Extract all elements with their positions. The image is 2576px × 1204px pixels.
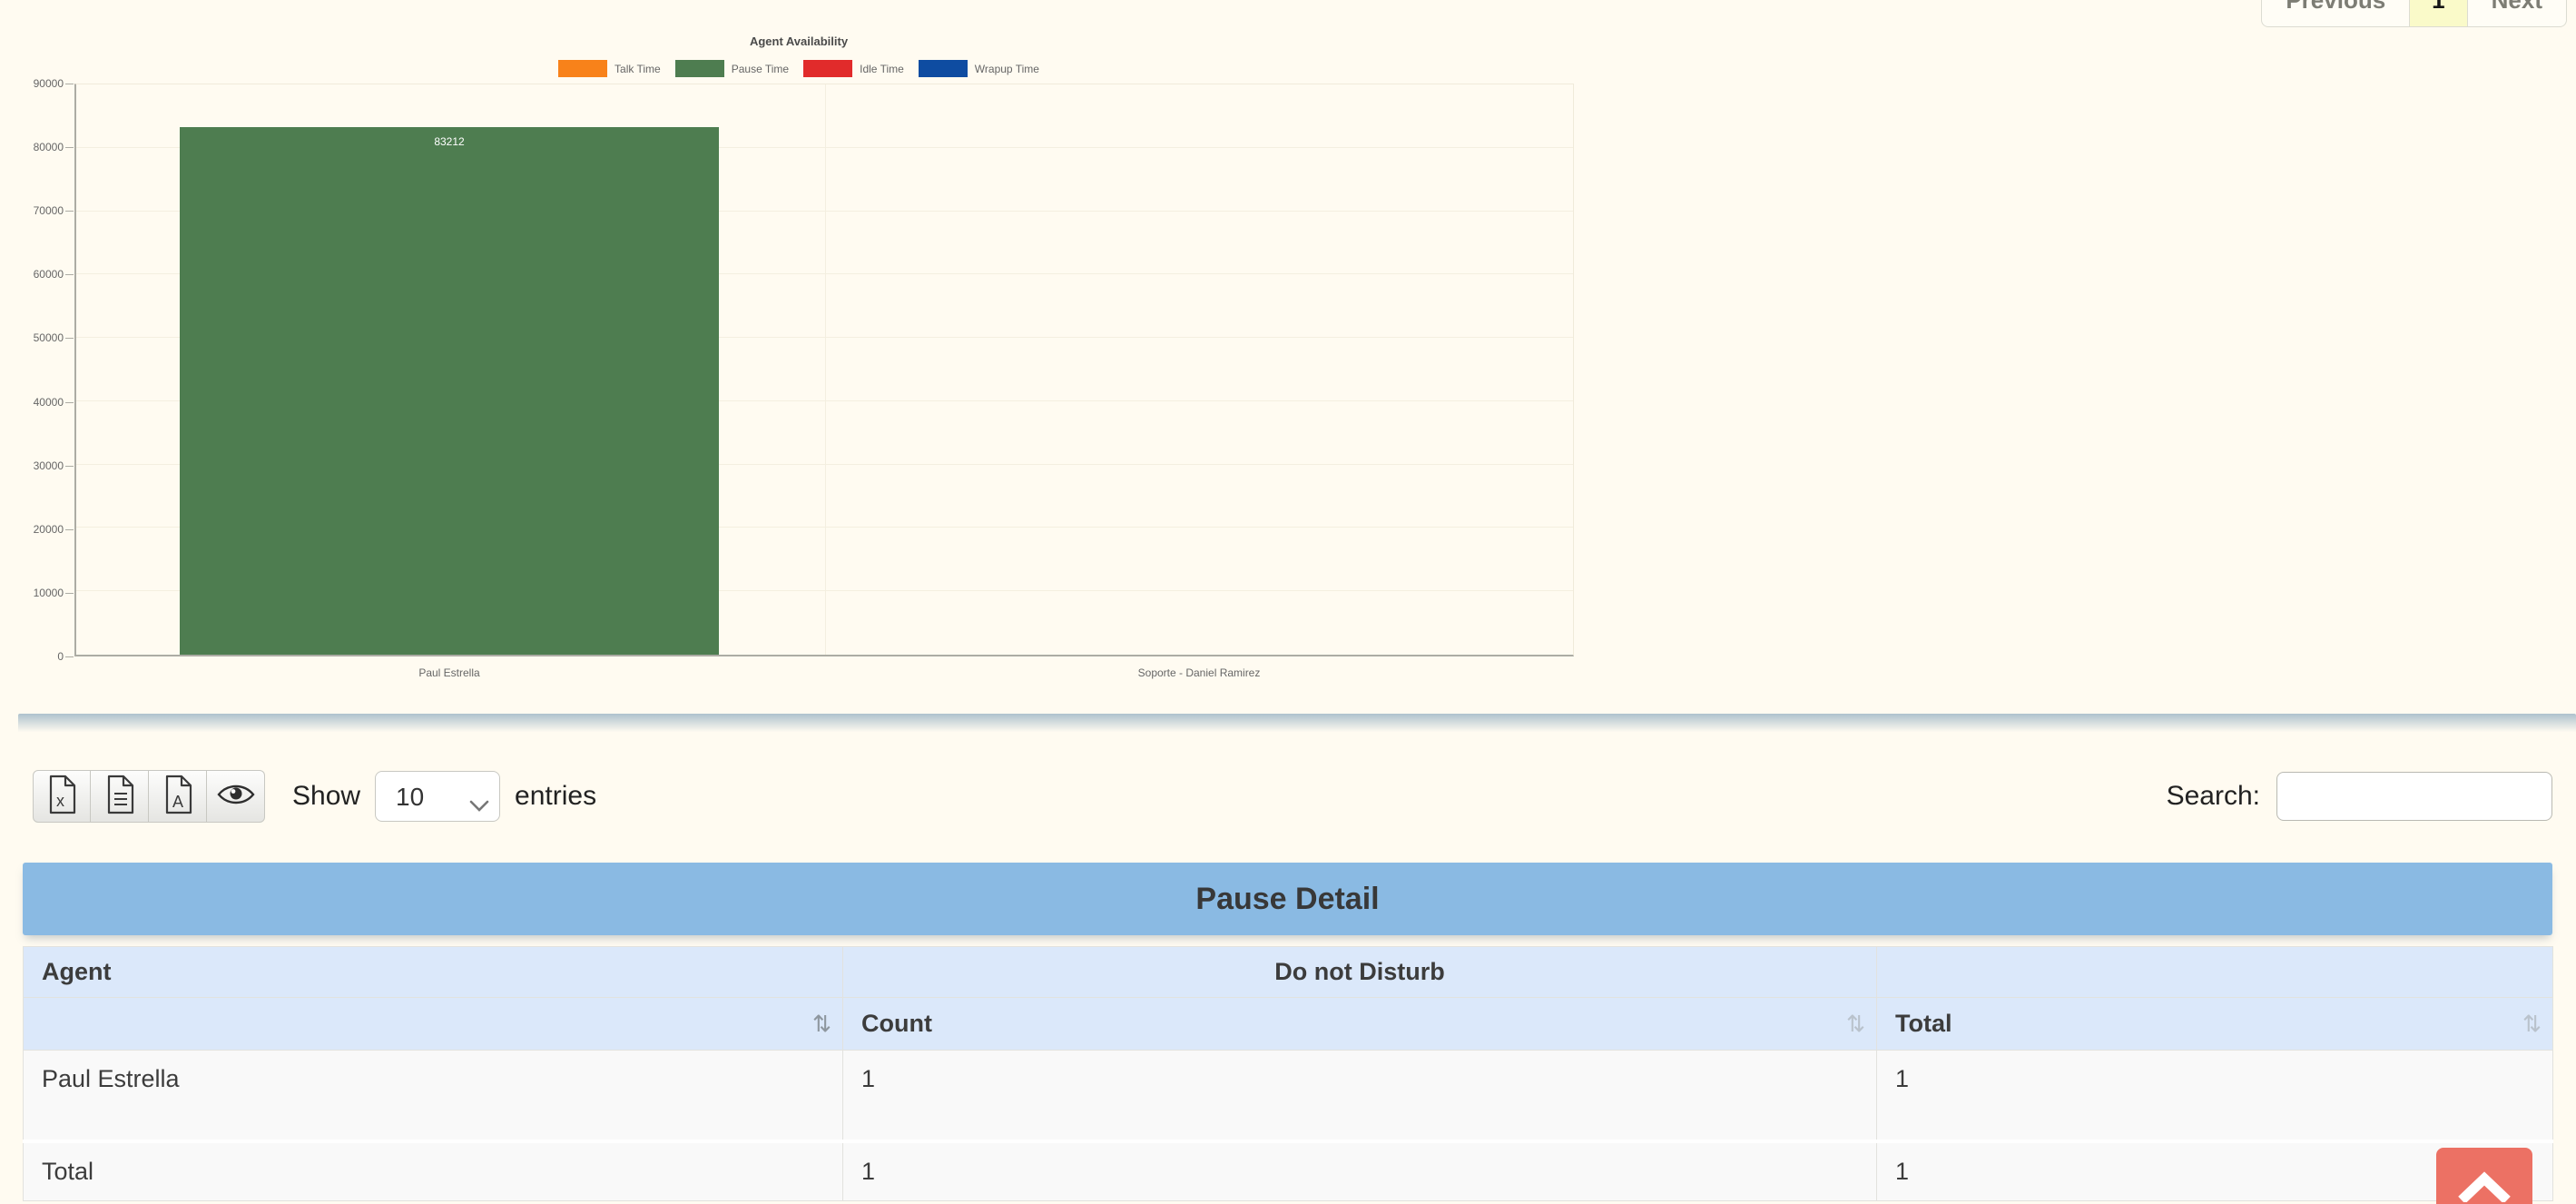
sort-icon[interactable]: ⇅ xyxy=(2522,1011,2542,1038)
bar-value-label: 83212 xyxy=(434,135,465,149)
column-visibility-button[interactable] xyxy=(207,770,265,823)
current-page-button[interactable]: 1 xyxy=(2409,0,2468,26)
pdf-export-button[interactable]: A xyxy=(149,770,207,823)
chevron-up-icon xyxy=(2458,1171,2511,1204)
y-axis-tick: 30000 xyxy=(0,459,74,472)
pause-detail-table: Agent Do not Disturb ⇅ Count ⇅ Total ⇅ P… xyxy=(23,946,2553,1201)
page-length-control: Show 10 entries xyxy=(292,771,596,822)
do-not-disturb-group-header: Do not Disturb xyxy=(842,946,1877,998)
search-control: Search: xyxy=(2167,772,2552,821)
y-axis-tick: 20000 xyxy=(0,523,74,536)
report-page: Previous 1 Next Agent Availability Talk … xyxy=(0,0,2576,1204)
legend-label: Talk Time xyxy=(615,62,661,75)
legend-label: Pause Time xyxy=(731,62,790,75)
y-axis-tick: 90000 xyxy=(0,77,74,90)
csv-export-button[interactable] xyxy=(91,770,149,823)
x-axis-label-paul-estrella: Paul Estrella xyxy=(418,666,480,679)
y-axis-tick: 10000 xyxy=(0,587,74,599)
agent-group-header: Agent xyxy=(23,946,843,998)
count-cell: 1 xyxy=(842,1050,1877,1143)
total-count-cell: 1 xyxy=(842,1140,1877,1201)
legend-label: Idle Time xyxy=(860,62,904,75)
pause-detail-header: Pause Detail xyxy=(23,863,2552,935)
count-column-header[interactable]: Count ⇅ xyxy=(842,997,1877,1051)
talk-time-swatch-icon xyxy=(558,60,608,77)
y-axis-tick: 80000 xyxy=(0,141,74,153)
x-axis-label-soporte-daniel-ramirez: Soporte - Daniel Ramirez xyxy=(1137,666,1261,679)
empty-group-header xyxy=(1876,946,2553,998)
agent-availability-chart: Agent Availability Talk Time Pause Time … xyxy=(0,0,1598,708)
legend-item-talk-time[interactable]: Talk Time xyxy=(558,60,661,77)
agent-cell: Paul Estrella xyxy=(23,1050,843,1143)
excel-file-icon: x xyxy=(44,774,79,820)
svg-text:A: A xyxy=(172,793,183,811)
legend-item-wrapup-time[interactable]: Wrapup Time xyxy=(918,60,1039,77)
table-controls: x A Show 10 entries Search: xyxy=(33,768,2552,824)
total-cell: 1 xyxy=(1876,1050,2553,1143)
total-label-cell: Total xyxy=(23,1140,843,1201)
y-axis-tick: 60000 xyxy=(0,268,74,281)
show-label: Show xyxy=(292,781,361,811)
agent-column-header[interactable]: ⇅ xyxy=(23,997,843,1051)
group-header-row: Agent Do not Disturb xyxy=(23,946,2553,998)
search-input[interactable] xyxy=(2276,772,2552,821)
legend-item-idle-time[interactable]: Idle Time xyxy=(803,60,904,77)
eye-icon xyxy=(216,781,256,813)
chart-legend: Talk Time Pause Time Idle Time Wrapup Ti… xyxy=(0,60,1598,77)
y-axis-tick: 70000 xyxy=(0,204,74,217)
next-page-button[interactable]: Next xyxy=(2468,0,2566,26)
y-axis-tick: 50000 xyxy=(0,331,74,344)
total-column-header[interactable]: Total ⇅ xyxy=(1876,997,2553,1051)
export-button-group: x A xyxy=(33,770,265,823)
entries-label: entries xyxy=(515,781,597,811)
search-label: Search: xyxy=(2166,781,2260,811)
sort-icon[interactable]: ⇅ xyxy=(812,1011,831,1038)
legend-label: Wrapup Time xyxy=(974,62,1039,75)
excel-export-button[interactable]: x xyxy=(33,770,91,823)
plot-area: 83212 xyxy=(74,84,1574,656)
panel-shadow-divider xyxy=(18,714,2576,735)
pause-time-bar-paul-estrella[interactable]: 83212 xyxy=(180,127,719,655)
scroll-to-top-button[interactable] xyxy=(2436,1148,2532,1204)
wrapup-time-swatch-icon xyxy=(918,60,968,77)
chart-title: Agent Availability xyxy=(749,35,849,48)
column-label: Count xyxy=(861,1010,932,1037)
pause-time-swatch-icon xyxy=(674,60,724,77)
previous-page-button[interactable]: Previous xyxy=(2262,0,2409,26)
total-row: Total 1 1 xyxy=(23,1140,2553,1201)
sort-icon[interactable]: ⇅ xyxy=(1846,1011,1865,1038)
column-header-row: ⇅ Count ⇅ Total ⇅ xyxy=(23,997,2553,1051)
y-axis-tick: 0 xyxy=(0,650,74,663)
column-label: Total xyxy=(1895,1010,1952,1037)
page-length-select[interactable]: 10 xyxy=(375,771,501,822)
pagination: Previous 1 Next xyxy=(2261,0,2567,27)
svg-text:x: x xyxy=(56,792,64,810)
idle-time-swatch-icon xyxy=(803,60,853,77)
legend-item-pause-time[interactable]: Pause Time xyxy=(674,60,790,77)
table-row[interactable]: Paul Estrella 1 1 xyxy=(23,1050,2553,1143)
pdf-file-icon: A xyxy=(161,774,195,820)
text-file-icon xyxy=(103,774,137,820)
y-axis-tick: 40000 xyxy=(0,396,74,409)
gridline xyxy=(824,84,826,655)
